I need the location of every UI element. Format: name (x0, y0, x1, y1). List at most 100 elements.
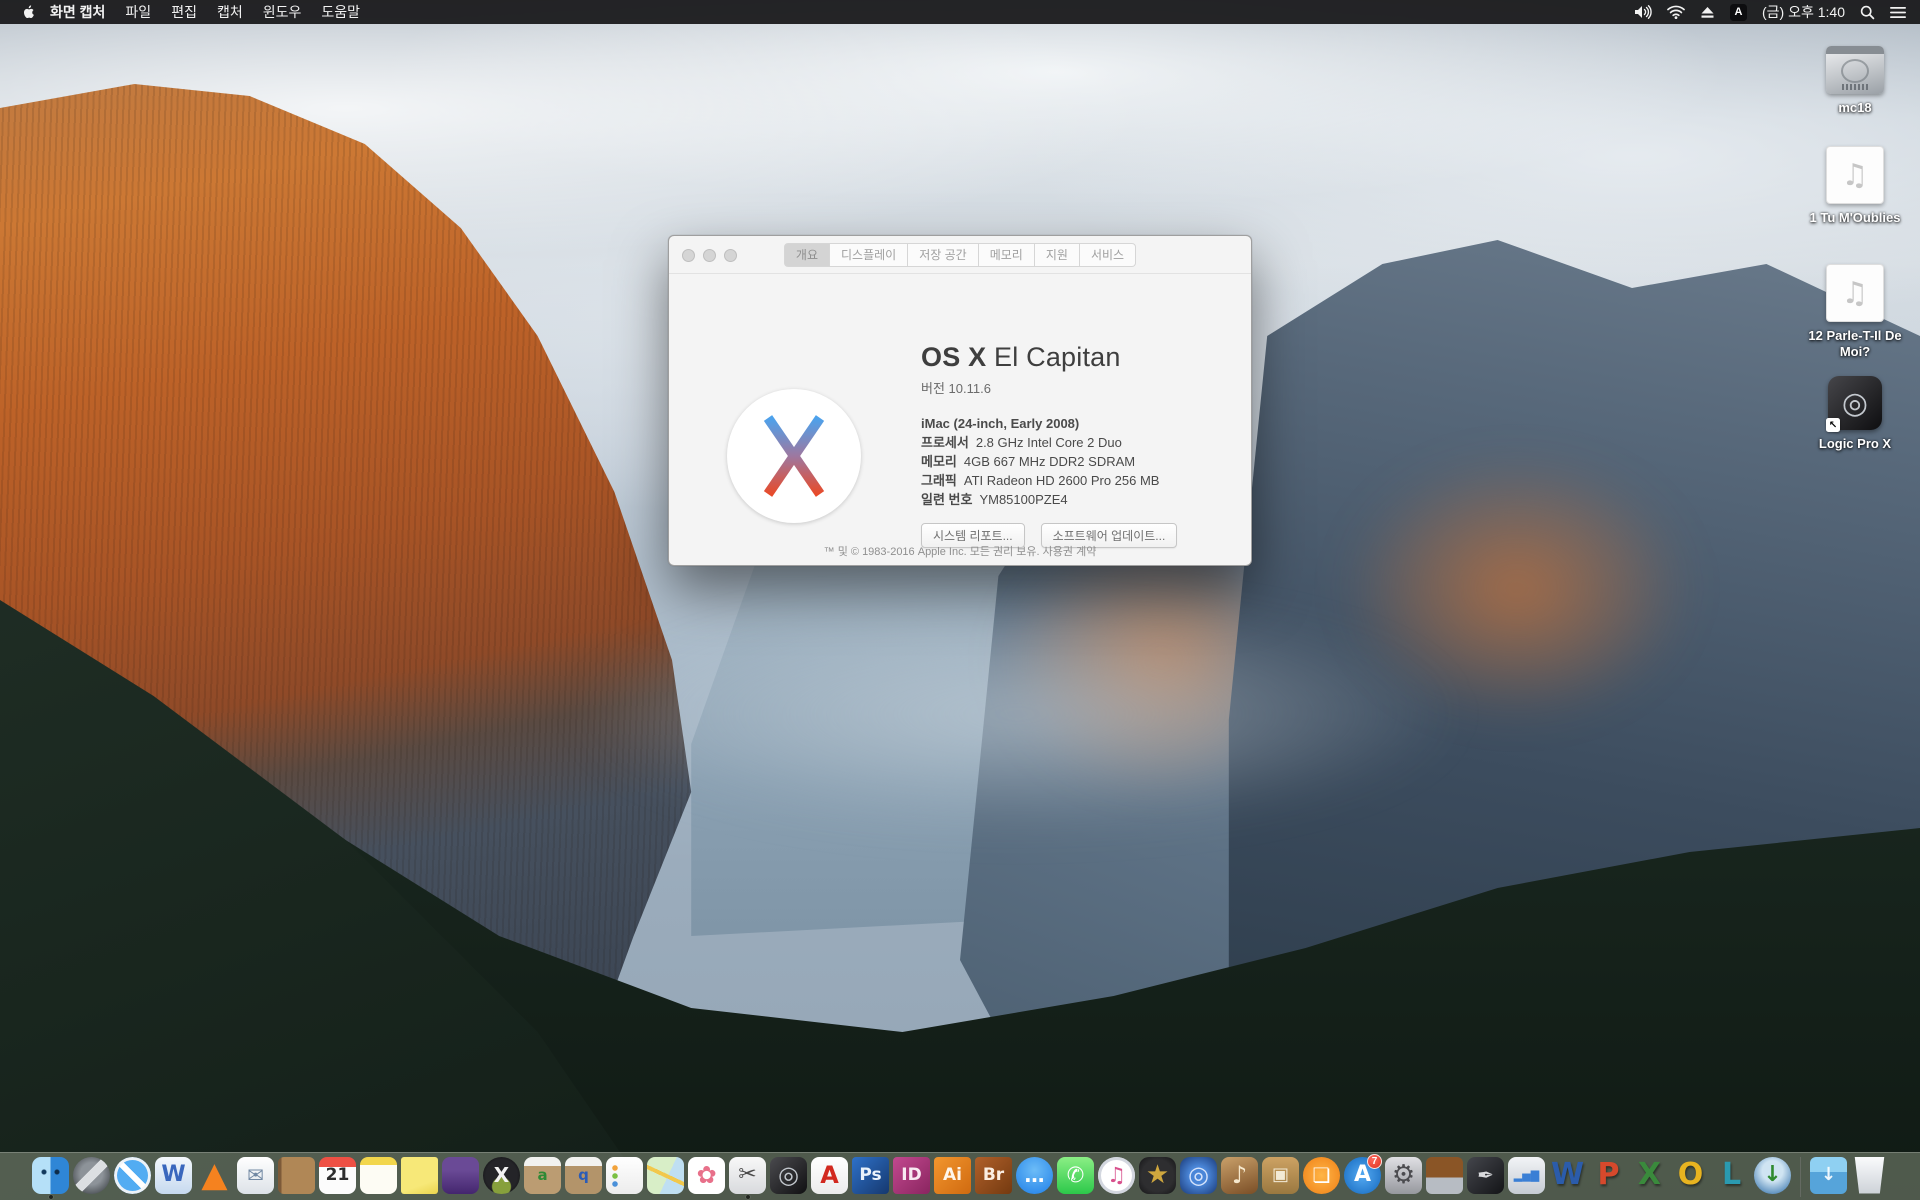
tab-서비스[interactable]: 서비스 (1080, 243, 1136, 267)
tab-디스플레이[interactable]: 디스플레이 (830, 243, 908, 267)
menu-item-1[interactable]: 파일 (115, 2, 161, 22)
dock-outlook-icon[interactable]: O (1671, 1154, 1710, 1200)
volume-icon[interactable] (1634, 5, 1652, 19)
x-circle-app-glyph: X (494, 1165, 509, 1185)
spec-label: 일련 번호 (921, 492, 972, 507)
dock-launchpad-icon[interactable] (72, 1154, 111, 1200)
acrobat-glyph: A (820, 1163, 839, 1187)
zoom-button[interactable] (724, 249, 737, 262)
outlook-icon: O (1672, 1157, 1709, 1194)
dock: W▲✉21Xaq✿✂◎APsIDAiBr…✆♫★◎♪▣❏A7⚙✒▂▅▇WPXOL… (0, 1152, 1920, 1200)
audio-icon: ♫ (1826, 264, 1884, 322)
dock-downloads-folder-icon[interactable]: ↓ (1809, 1154, 1848, 1200)
spotlight-icon[interactable] (1860, 5, 1875, 20)
safari-icon (114, 1157, 151, 1194)
dock-dropstuff-icon[interactable]: q (564, 1154, 603, 1200)
apple-menu-icon[interactable] (14, 4, 40, 20)
mac-model: iMac (24-inch, Early 2008) (921, 414, 1177, 433)
tab-저장 공간[interactable]: 저장 공간 (908, 243, 979, 267)
dock-mail-icon[interactable]: ✉ (236, 1154, 275, 1200)
dock-x-circle-app-icon[interactable]: X (482, 1154, 521, 1200)
window-titlebar[interactable]: 개요디스플레이저장 공간메모리지원서비스 (669, 236, 1251, 274)
menu-item-4[interactable]: 윈도우 (253, 2, 312, 22)
close-button[interactable] (682, 249, 695, 262)
dock-lync-icon[interactable]: L (1712, 1154, 1751, 1200)
dock-powerpoint-icon[interactable]: P (1589, 1154, 1628, 1200)
photoshop-glyph: Ps (859, 1167, 881, 1184)
dock-globe-downloader-icon[interactable]: ↓ (1753, 1154, 1792, 1200)
spec-label: 그래픽 (921, 473, 957, 488)
dock-facetime-icon[interactable]: ✆ (1056, 1154, 1095, 1200)
dock-bridge-icon[interactable]: Br (974, 1154, 1013, 1200)
minimize-button[interactable] (703, 249, 716, 262)
menu-item-5[interactable]: 도움말 (311, 2, 370, 22)
system-preferences-icon: ⚙ (1385, 1157, 1422, 1194)
dock-ibooks-icon[interactable]: ❏ (1302, 1154, 1341, 1200)
dock-imovie-icon[interactable]: ★ (1138, 1154, 1177, 1200)
desktop-icon-12-parle-t-il-de-moi[interactable]: ♫12 Parle-T-Il De Moi? (1795, 264, 1915, 361)
dock-grab-icon[interactable]: ✂ (728, 1154, 767, 1200)
dock-toast-icon[interactable] (441, 1154, 480, 1200)
dock-calendar-icon[interactable]: 21 (318, 1154, 357, 1200)
dock-corkboard-app-icon[interactable]: ▣ (1261, 1154, 1300, 1200)
desktop-icon-label: Logic Pro X (1819, 436, 1891, 452)
dock-notes-icon[interactable] (359, 1154, 398, 1200)
dock-logic-pro-icon[interactable]: ◎ (769, 1154, 808, 1200)
dock-photoshop-icon[interactable]: Ps (851, 1154, 890, 1200)
dock-safari-icon[interactable] (113, 1154, 152, 1200)
dock-reminders-icon[interactable] (605, 1154, 644, 1200)
dock-w-globe-app-icon[interactable]: W (154, 1154, 193, 1200)
input-source-icon[interactable]: A (1730, 4, 1747, 21)
dock-indesign-icon[interactable]: ID (892, 1154, 931, 1200)
pages-09-glyph: ✒ (1477, 1165, 1494, 1185)
globe-downloader-glyph: ↓ (1763, 1164, 1781, 1186)
dock-contacts-icon[interactable] (277, 1154, 316, 1200)
dock-word-icon[interactable]: W (1548, 1154, 1587, 1200)
notification-center-icon[interactable] (1890, 6, 1906, 19)
calendar-icon: 21 (319, 1157, 356, 1194)
wifi-icon[interactable] (1667, 5, 1685, 19)
dock-itunes-icon[interactable]: ♫ (1097, 1154, 1136, 1200)
desktop: { "menubar": { "app_name": "화면 캡처", "men… (0, 0, 1920, 1200)
dock-garageband-icon[interactable]: ♪ (1220, 1154, 1259, 1200)
about-this-mac-window: 개요디스플레이저장 공간메모리지원서비스 OS X El Capitan 버전 … (668, 235, 1252, 566)
dock-trash-icon[interactable] (1850, 1154, 1889, 1200)
dock-excel-icon[interactable]: X (1630, 1154, 1669, 1200)
dock-system-preferences-icon[interactable]: ⚙ (1384, 1154, 1423, 1200)
dock-stickies-icon[interactable] (400, 1154, 439, 1200)
dock-numbers-09-icon[interactable]: ▂▅▇ (1507, 1154, 1546, 1200)
alias-arrow-badge: ↖ (1826, 418, 1840, 432)
menu-item-3[interactable]: 캡처 (207, 2, 253, 22)
dock-pages-09-icon[interactable]: ✒ (1466, 1154, 1505, 1200)
dock-acrobat-icon[interactable]: A (810, 1154, 849, 1200)
dock-messages-icon[interactable]: … (1015, 1154, 1054, 1200)
dock-vlc-icon[interactable]: ▲ (195, 1154, 234, 1200)
desktop-icon-mc18[interactable]: mc18 (1795, 46, 1915, 116)
spec-row: 일련 번호YM85100PZE4 (921, 490, 1177, 509)
desktop-icon-1-tu-moublies[interactable]: ♫1 Tu M'Oublies (1795, 146, 1915, 226)
desktop-icon-logic-pro-x[interactable]: ◎↖Logic Pro X (1795, 376, 1915, 452)
dock-photos-icon[interactable]: ✿ (687, 1154, 726, 1200)
garageband-icon: ♪ (1221, 1157, 1258, 1194)
eject-icon[interactable] (1700, 6, 1715, 19)
corkboard-app-glyph: ▣ (1272, 1166, 1289, 1184)
dock-idvd-icon[interactable]: ◎ (1179, 1154, 1218, 1200)
dropstuff-glyph: q (578, 1168, 589, 1183)
active-app-menu[interactable]: 화면 캡처 (40, 2, 115, 22)
app-menus: 파일편집캡처윈도우도움말 (115, 2, 370, 22)
dock-keynote-09-icon[interactable] (1425, 1154, 1464, 1200)
dock-maps-icon[interactable] (646, 1154, 685, 1200)
tab-개요[interactable]: 개요 (784, 243, 830, 267)
menu-bar-clock[interactable]: (금) 오후 1:40 (1762, 2, 1845, 22)
tab-메모리[interactable]: 메모리 (979, 243, 1035, 267)
tab-지원[interactable]: 지원 (1035, 243, 1080, 267)
logic-pro-glyph: ◎ (778, 1163, 799, 1187)
menu-item-2[interactable]: 편집 (161, 2, 207, 22)
dock-finder-icon[interactable] (31, 1154, 70, 1200)
dock-illustrator-icon[interactable]: Ai (933, 1154, 972, 1200)
acrobat-icon: A (811, 1157, 848, 1194)
stuffit-expander-icon: a (524, 1157, 561, 1194)
dock-stuffit-expander-icon[interactable]: a (523, 1154, 562, 1200)
dock-app-store-icon[interactable]: A7 (1343, 1154, 1382, 1200)
license-link[interactable]: 사용권 계약 (1043, 546, 1097, 558)
